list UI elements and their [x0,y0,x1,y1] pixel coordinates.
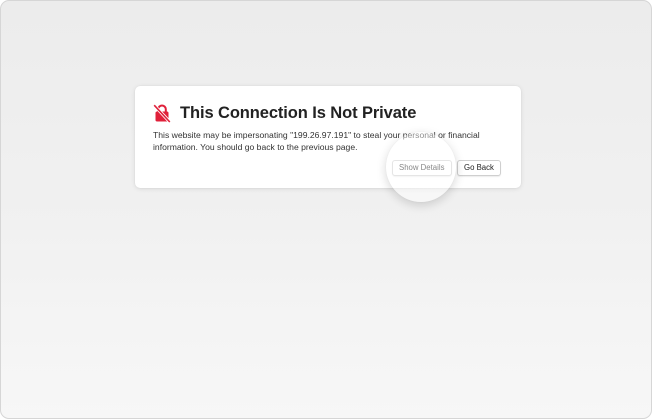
dialog-title: This Connection Is Not Private [180,103,417,122]
message-line-2: information. You should go back to the p… [153,141,358,152]
dialog-message: This website may be impersonating "199.2… [153,130,493,153]
message-line-1: This website may be impersonating "199.2… [153,130,480,140]
browser-window: This Connection Is Not Private This webs… [0,0,652,419]
show-details-button[interactable]: Show Details [392,160,452,176]
dialog-header: This Connection Is Not Private [152,103,417,124]
crossed-lock-icon [152,103,172,124]
privacy-warning-dialog: This Connection Is Not Private This webs… [135,86,521,188]
go-back-button[interactable]: Go Back [457,160,501,176]
